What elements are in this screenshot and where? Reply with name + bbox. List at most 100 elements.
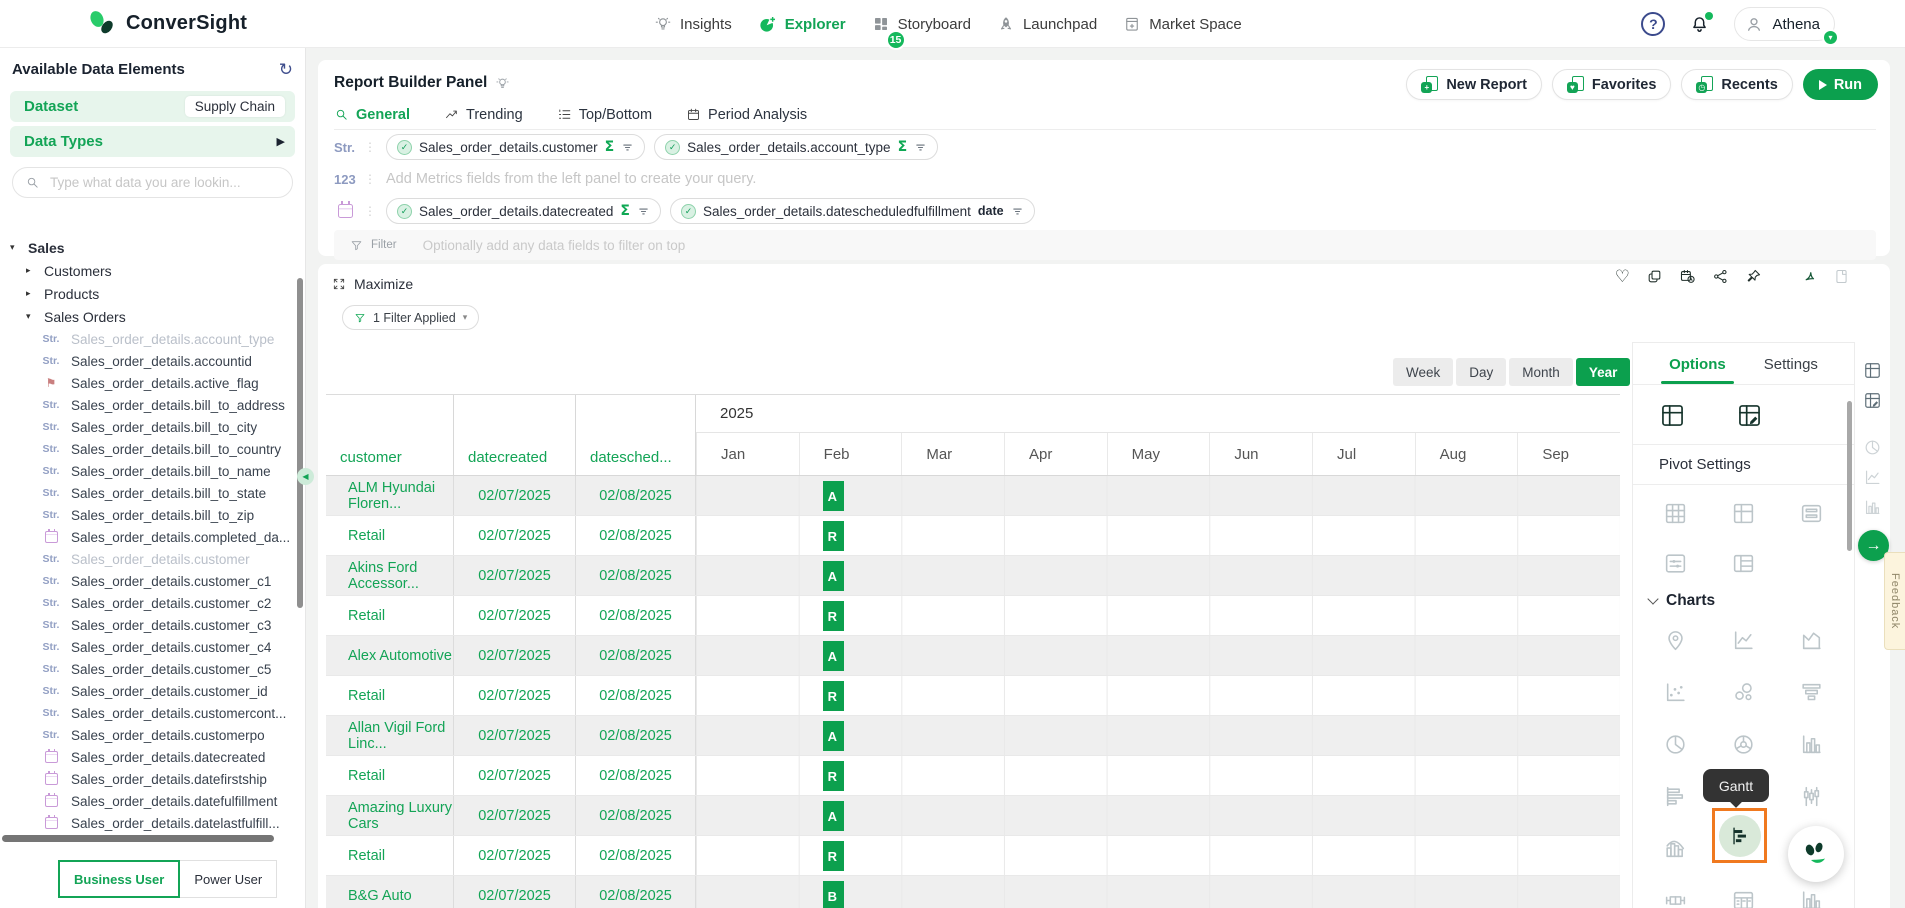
pin-icon[interactable] bbox=[1745, 268, 1762, 285]
gantt-bar[interactable]: A bbox=[823, 641, 844, 671]
data-field-item[interactable]: ★ Sales_order_details.bill_to_city bbox=[0, 416, 297, 438]
tab-general[interactable]: General bbox=[334, 107, 410, 123]
datecreated-cell[interactable]: 02/07/2025 bbox=[454, 716, 576, 755]
brand-logo[interactable]: ConverSight bbox=[86, 8, 247, 38]
notifications-button[interactable] bbox=[1689, 14, 1710, 35]
stacked-column-chart-icon[interactable] bbox=[1799, 888, 1824, 908]
table-row[interactable]: ALM Hyundai Floren... 02/07/2025 02/08/2… bbox=[326, 476, 1620, 516]
maximize-button[interactable]: Maximize bbox=[332, 276, 413, 292]
favorite-icon[interactable]: ♡ bbox=[1615, 268, 1630, 285]
hint-bulb-icon[interactable] bbox=[495, 76, 510, 91]
boxplot-chart-icon[interactable] bbox=[1663, 888, 1688, 908]
filter-row[interactable]: Filter Optionally add any data fields to… bbox=[334, 230, 1876, 260]
gantt-bar[interactable]: A bbox=[823, 801, 844, 831]
table-row[interactable]: Akins Ford Accessor... 02/07/2025 02/08/… bbox=[326, 556, 1620, 596]
nav-item-insights[interactable]: Insights bbox=[654, 15, 732, 33]
gantt-bar[interactable]: R bbox=[823, 521, 844, 551]
data-field-item[interactable]: ★ Sales_order_details.customer_id bbox=[0, 680, 297, 702]
datecreated-cell[interactable]: 02/07/2025 bbox=[454, 756, 576, 795]
sidebar-vertical-scrollbar[interactable] bbox=[297, 278, 303, 608]
business-user-button[interactable]: Business User bbox=[58, 860, 180, 898]
list-rows-icon[interactable] bbox=[1799, 501, 1824, 526]
datecreated-cell[interactable]: 02/07/2025 bbox=[454, 516, 576, 555]
period-button[interactable]: Year bbox=[1576, 358, 1631, 386]
aggregation-symbol[interactable]: Σ bbox=[898, 139, 908, 155]
new-report-button[interactable]: + New Report bbox=[1406, 69, 1542, 100]
metrics-row[interactable]: 123 ⋮ Add Metrics fields from the left p… bbox=[334, 164, 1876, 194]
field-chip[interactable]: Sales_order_details.customer Σ bbox=[386, 134, 645, 160]
customer-cell[interactable]: Akins Ford Accessor... bbox=[326, 556, 454, 595]
mini-pivot-icon[interactable] bbox=[1863, 391, 1882, 410]
data-field-item[interactable]: ★ Sales_order_details.bill_to_zip bbox=[0, 504, 297, 526]
datescheduled-cell[interactable]: 02/08/2025 bbox=[576, 516, 696, 555]
data-field-item[interactable]: ★ Sales_order_details.datefulfillment bbox=[0, 790, 297, 812]
data-field-item[interactable]: ★ Sales_order_details.bill_to_address bbox=[0, 394, 297, 416]
scatter-chart-icon[interactable] bbox=[1663, 680, 1688, 705]
recents-button[interactable]: ◷ Recents bbox=[1681, 69, 1792, 100]
filter-lines-icon[interactable] bbox=[621, 141, 634, 154]
data-field-item[interactable]: ★ Sales_order_details.bill_to_state bbox=[0, 482, 297, 504]
table-row[interactable]: Retail 02/07/2025 02/08/2025 R bbox=[326, 836, 1620, 876]
mini-line-chart-icon[interactable] bbox=[1863, 468, 1882, 487]
filter-lines-icon[interactable] bbox=[1011, 205, 1024, 218]
data-types-selector[interactable]: Data Types ▶ bbox=[10, 126, 295, 157]
tree-node[interactable]: Products bbox=[0, 282, 297, 305]
data-field-item[interactable]: ★ Sales_order_details.customer_c4 bbox=[0, 636, 297, 658]
table-chart-icon[interactable] bbox=[1731, 888, 1756, 908]
tab-top-bottom[interactable]: Top/Bottom bbox=[557, 107, 652, 123]
datescheduled-cell[interactable]: 02/08/2025 bbox=[576, 876, 696, 908]
tree-node[interactable]: Sales bbox=[0, 236, 297, 259]
table-row[interactable]: Retail 02/07/2025 02/08/2025 R bbox=[326, 676, 1620, 716]
options-panel-scrollbar[interactable] bbox=[1847, 401, 1852, 551]
mini-pie-chart-icon[interactable] bbox=[1863, 438, 1882, 457]
gantt-bar[interactable]: A bbox=[823, 481, 844, 511]
data-field-item[interactable]: ★ Sales_order_details.customercont... bbox=[0, 702, 297, 724]
gantt-bar[interactable]: R bbox=[823, 841, 844, 871]
aggregation-symbol[interactable]: Σ bbox=[605, 139, 615, 155]
bubble-chart-icon[interactable] bbox=[1731, 680, 1756, 705]
field-chip[interactable]: Sales_order_details.datecreated Σ bbox=[386, 198, 661, 224]
drag-handle-icon[interactable]: ⋮ bbox=[364, 140, 376, 154]
tree-node[interactable]: Sales Orders bbox=[0, 305, 297, 328]
datecreated-cell[interactable]: 02/07/2025 bbox=[454, 676, 576, 715]
pie-chart-icon[interactable] bbox=[1663, 732, 1688, 757]
data-field-item[interactable]: ★ Sales_order_details.completed_da... bbox=[0, 526, 297, 548]
datecreated-cell[interactable]: 02/07/2025 bbox=[454, 796, 576, 835]
bar-chart-icon[interactable] bbox=[1663, 784, 1688, 809]
datecreated-cell[interactable]: 02/07/2025 bbox=[454, 476, 576, 515]
filter-lines-icon[interactable] bbox=[914, 141, 927, 154]
mini-table-icon[interactable] bbox=[1863, 361, 1882, 380]
table-row[interactable]: Retail 02/07/2025 02/08/2025 R bbox=[326, 596, 1620, 636]
datescheduled-cell[interactable]: 02/08/2025 bbox=[576, 556, 696, 595]
customer-cell[interactable]: Retail bbox=[326, 596, 454, 635]
data-field-item[interactable]: ★ Sales_order_details.datefirstship bbox=[0, 768, 297, 790]
table-row[interactable]: Alex Automotive 02/07/2025 02/08/2025 A bbox=[326, 636, 1620, 676]
copy-icon[interactable] bbox=[1646, 268, 1663, 285]
nav-item-explorer[interactable]: Explorer bbox=[758, 15, 846, 34]
data-field-item[interactable]: ★ Sales_order_details.active_flag bbox=[0, 372, 297, 394]
table-row[interactable]: Amazing Luxury Cars 02/07/2025 02/08/202… bbox=[326, 796, 1620, 836]
table-row[interactable]: Retail 02/07/2025 02/08/2025 R bbox=[326, 756, 1620, 796]
datescheduled-cell[interactable]: 02/08/2025 bbox=[576, 596, 696, 635]
area-chart-icon[interactable] bbox=[1799, 628, 1824, 653]
nav-item-launchpad[interactable]: Launchpad bbox=[997, 15, 1097, 33]
help-button[interactable]: ? bbox=[1641, 12, 1665, 36]
datecreated-cell[interactable]: 02/07/2025 bbox=[454, 596, 576, 635]
table-row[interactable]: B&G Auto 02/07/2025 02/08/2025 B bbox=[326, 876, 1620, 908]
datecreated-cell[interactable]: 02/07/2025 bbox=[454, 836, 576, 875]
tab-options[interactable]: Options bbox=[1669, 356, 1726, 384]
data-field-item[interactable]: ★ Sales_order_details.customer_c3 bbox=[0, 614, 297, 636]
field-chip[interactable]: Sales_order_details.account_type Σ bbox=[654, 134, 938, 160]
assistant-floating-button[interactable] bbox=[1788, 826, 1844, 882]
mini-column-chart-icon[interactable] bbox=[1863, 498, 1882, 517]
datescheduled-cell[interactable]: 02/08/2025 bbox=[576, 676, 696, 715]
column-header-customer[interactable]: customer bbox=[326, 395, 454, 475]
column-chart-icon[interactable] bbox=[1799, 732, 1824, 757]
histogram-chart-icon[interactable] bbox=[1663, 836, 1688, 861]
datecreated-cell[interactable]: 02/07/2025 bbox=[454, 876, 576, 908]
sliders-panel-icon[interactable] bbox=[1663, 551, 1688, 576]
data-field-item[interactable]: ★ Sales_order_details.customer_c2 bbox=[0, 592, 297, 614]
tree-toggle-icon[interactable] bbox=[26, 288, 36, 299]
run-button[interactable]: Run bbox=[1803, 69, 1878, 100]
favorites-button[interactable]: ♥ Favorites bbox=[1552, 69, 1671, 100]
